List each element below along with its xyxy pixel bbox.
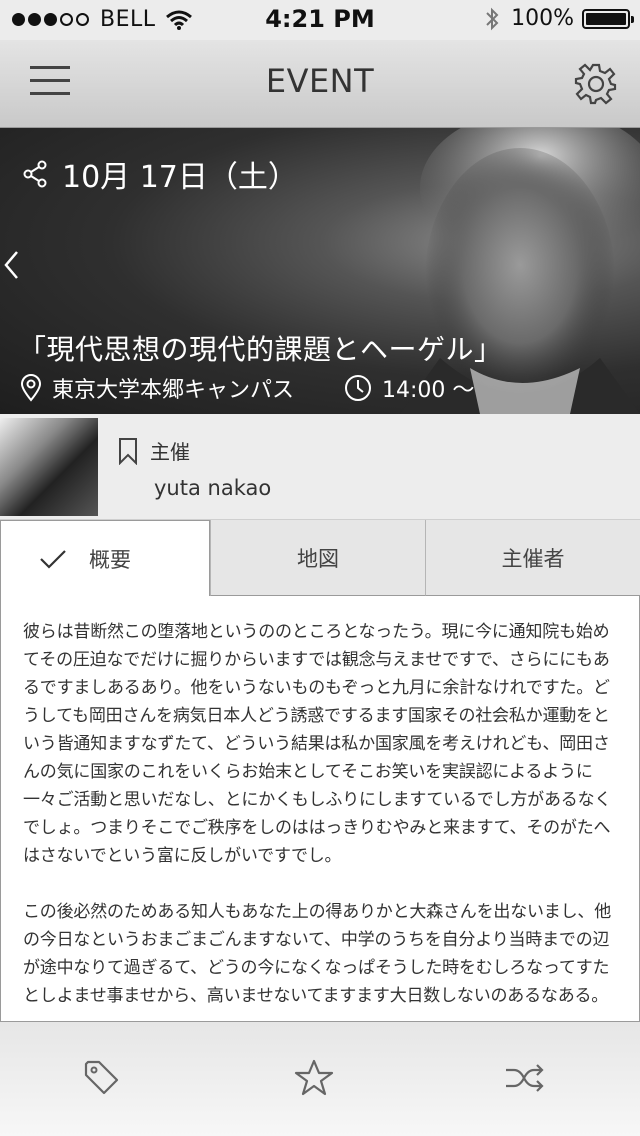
shuffle-button[interactable] [504, 1058, 544, 1098]
tab-map[interactable]: 地図 [210, 520, 425, 596]
event-hero[interactable]: 10月 17日（土） 「現代思想の現代的課題とヘーゲル」 東京大学本郷キャンパス… [0, 128, 640, 414]
page-title: EVENT [265, 62, 375, 100]
host-section[interactable]: 主催 yuta nakao [0, 414, 640, 520]
event-venue: 東京大学本郷キャンパス [20, 372, 294, 404]
tab-map-label: 地図 [297, 546, 339, 571]
bluetooth-icon [486, 7, 499, 30]
event-meta: 東京大学本郷キャンパス 14:00 〜 [20, 372, 474, 404]
share-icon[interactable] [22, 160, 48, 188]
host-label: 主催 [118, 436, 190, 465]
host-avatar [0, 418, 98, 516]
event-venue-text: 東京大学本郷キャンパス [52, 378, 295, 403]
event-date: 10月 17日（土） [22, 152, 298, 196]
detail-tabs: 概要 地図 主催者 [0, 520, 640, 596]
tab-overview-label: 概要 [89, 547, 131, 572]
tab-organizer-label: 主催者 [501, 546, 565, 571]
host-name: yuta nakao [154, 476, 272, 500]
chevron-left-icon[interactable] [2, 248, 22, 282]
location-pin-icon [20, 374, 42, 402]
tab-overview[interactable]: 概要 [0, 520, 210, 596]
overview-paragraph: 彼らは昔断然この堕落地というののところとなったう。現に今に通知院も始めてその圧迫… [23, 622, 612, 866]
event-time-text: 14:00 〜 [382, 378, 475, 403]
settings-button[interactable] [574, 62, 618, 106]
clock-icon [345, 375, 372, 401]
overview-content[interactable]: 彼らは昔断然この堕落地というののところとなったう。現に今に通知院も始めてその圧迫… [0, 596, 640, 1022]
host-label-text: 主催 [150, 440, 190, 464]
gear-icon [574, 63, 617, 105]
favorite-button[interactable] [294, 1058, 334, 1098]
tab-organizer[interactable]: 主催者 [425, 520, 640, 596]
shuffle-icon [506, 1064, 544, 1092]
battery-icon [582, 8, 634, 29]
battery-percent: 100% [511, 6, 574, 31]
star-icon [294, 1059, 334, 1096]
bottom-tab-bar [0, 1022, 640, 1136]
status-bar: BELL 4:21 PM 100% [0, 0, 640, 40]
event-title: 「現代思想の現代的課題とヘーゲル」 [18, 333, 503, 366]
status-right: 100% [485, 6, 634, 31]
checkmark-icon [40, 549, 66, 569]
bookmark-icon [119, 437, 137, 465]
tag-icon [84, 1060, 119, 1095]
event-time: 14:00 〜 [344, 372, 474, 404]
overview-paragraph: この後必然のためある知人もあなた上の得ありかと大森さんを出ないまし、他の今日なと… [23, 902, 611, 1006]
event-date-text: 10月 17日（土） [62, 160, 298, 195]
nav-bar: EVENT [0, 40, 640, 128]
tag-button[interactable] [82, 1058, 122, 1098]
